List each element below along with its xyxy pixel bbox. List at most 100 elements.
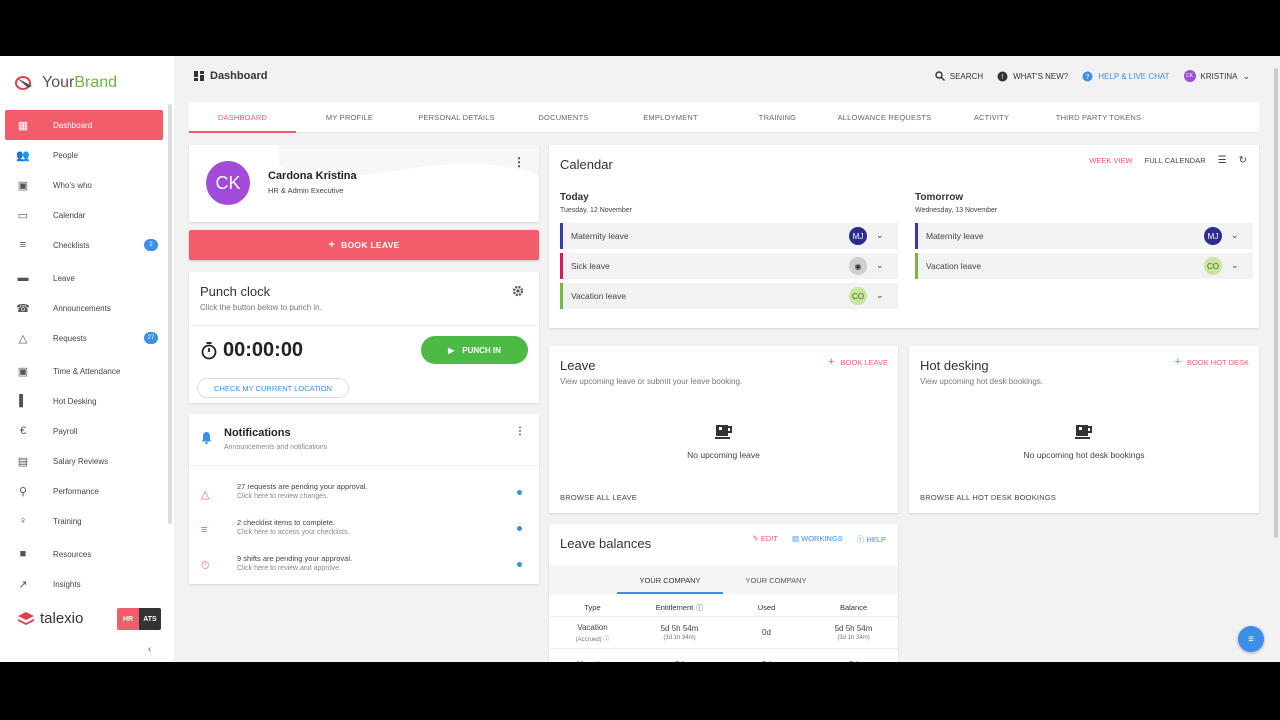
profile-role: HR & Admin Executive bbox=[268, 186, 344, 195]
search-button[interactable]: SEARCH bbox=[935, 71, 983, 81]
whats-new-button[interactable]: ! WHAT'S NEW? bbox=[997, 71, 1068, 82]
sidebar-item-insights[interactable]: ↗ Insights bbox=[5, 569, 163, 599]
check-location-button[interactable]: CHECK MY CURRENT LOCATION bbox=[197, 378, 349, 398]
cell-entitlement: 0d bbox=[636, 649, 723, 662]
punch-clock-title: Punch clock bbox=[200, 284, 271, 299]
leave-entry[interactable]: Vacation leave CO ⌄ bbox=[915, 253, 1253, 279]
user-menu[interactable]: CK KRISTINA ⌄ bbox=[1183, 70, 1250, 82]
sidebar-item-salary-reviews[interactable]: ▤ Salary Reviews bbox=[5, 446, 163, 476]
sidebar-item-leave[interactable]: ▬ Leave bbox=[5, 263, 163, 293]
chevron-down-icon[interactable]: ⌄ bbox=[1231, 230, 1239, 241]
leave-entry[interactable]: Maternity leave MJ ⌄ bbox=[915, 223, 1253, 249]
book-leave-link[interactable]: + BOOK LEAVE bbox=[828, 356, 888, 368]
collapse-sidebar-icon[interactable]: ‹ bbox=[148, 644, 151, 655]
warning-icon: △ bbox=[201, 489, 210, 501]
sidebar-item-calendar[interactable]: ▭ Calendar bbox=[5, 200, 163, 230]
sidebar-item-checklists[interactable]: ≡ Checklists 2 bbox=[5, 230, 163, 260]
tab-company-2[interactable]: YOUR COMPANY bbox=[723, 566, 829, 594]
filter-icon[interactable]: ☰ bbox=[1218, 155, 1227, 166]
chevron-down-icon[interactable]: ⌄ bbox=[876, 230, 884, 241]
leave-entry[interactable]: Sick leave ◉ ⌄ bbox=[560, 253, 898, 279]
sidebar-scrollbar[interactable] bbox=[168, 104, 172, 524]
chevron-down-icon[interactable]: ⌄ bbox=[876, 290, 884, 301]
page-scrollbar[interactable] bbox=[1274, 68, 1278, 538]
book-leave-button[interactable]: + BOOK LEAVE bbox=[189, 230, 539, 260]
ats-switch[interactable]: ATS bbox=[139, 608, 161, 630]
tab-third-party-tokens[interactable]: THIRD PARTY TOKENS bbox=[1045, 102, 1152, 132]
tab-documents[interactable]: DOCUMENTS bbox=[510, 102, 617, 132]
sidebar-item-announcements[interactable]: ☎ Announcements bbox=[5, 293, 163, 323]
brand-icon bbox=[15, 76, 32, 90]
column-header-balance: Balance bbox=[839, 603, 868, 612]
type-sub-text: (Accrued) bbox=[575, 636, 602, 643]
info-icon[interactable]: ⓘ bbox=[696, 603, 703, 613]
help-label: HELP bbox=[866, 535, 886, 544]
company-tabs: YOUR COMPANY YOUR COMPANY bbox=[549, 566, 898, 594]
more-vert-icon[interactable]: ⋮ bbox=[513, 155, 525, 169]
tab-company-1[interactable]: YOUR COMPANY bbox=[617, 566, 723, 594]
tab-personal-details[interactable]: PERSONAL DETAILS bbox=[403, 102, 510, 132]
badge-new-icon: ! bbox=[997, 71, 1008, 81]
help-button[interactable]: ⓘ HELP bbox=[857, 534, 886, 545]
sidebar-item-resources[interactable]: ■ Resources bbox=[5, 539, 163, 569]
chevron-down-icon[interactable]: ⌄ bbox=[876, 260, 884, 271]
punch-clock-subtitle: Click the button below to punch in. bbox=[200, 303, 322, 312]
tab-activity[interactable]: ACTIVITY bbox=[938, 102, 1045, 132]
page-title-text: Dashboard bbox=[210, 70, 268, 82]
sidebar-item-performance[interactable]: ⚲ Performance bbox=[5, 476, 163, 506]
notification-item[interactable]: ≡ 2 checklist items to complete. Click her… bbox=[189, 516, 539, 546]
book-hot-desk-link[interactable]: + BOOK HOT DESK bbox=[1175, 356, 1249, 368]
column-header-used: Used bbox=[757, 603, 776, 612]
workings-label: WORKINGS bbox=[801, 534, 843, 543]
notifications-card: Notifications Announcements and notifica… bbox=[189, 414, 539, 584]
gear-icon[interactable] bbox=[512, 285, 524, 297]
tab-employment[interactable]: EMPLOYMENT bbox=[617, 102, 724, 132]
sidebar-item-requests[interactable]: △ Requests 27 bbox=[5, 323, 163, 353]
full-calendar-button[interactable]: FULL CALENDAR bbox=[1145, 156, 1206, 165]
edit-button[interactable]: ✎ EDIT bbox=[752, 534, 777, 545]
tab-dashboard[interactable]: DASHBOARD bbox=[189, 102, 296, 133]
avatar[interactable]: CK bbox=[206, 161, 250, 205]
leave-color-bar bbox=[915, 253, 918, 279]
week-view-button[interactable]: WEEK VIEW bbox=[1089, 156, 1132, 165]
sidebar-item-people[interactable]: 👥 People bbox=[5, 140, 163, 170]
refresh-icon[interactable]: ↻ bbox=[1239, 155, 1247, 166]
punch-in-button[interactable]: ▶ PUNCH IN bbox=[421, 336, 528, 364]
more-vert-icon[interactable]: ⋮ bbox=[515, 426, 525, 437]
profile-tabs: DASHBOARD MY PROFILE PERSONAL DETAILS DOCUM… bbox=[189, 102, 1259, 133]
sidebar-item-label: Checklists bbox=[53, 240, 90, 250]
search-icon bbox=[935, 71, 945, 81]
sidebar-item-time-attendance[interactable]: ▣ Time & Attendance bbox=[5, 356, 163, 386]
chevron-down-icon[interactable]: ⌄ bbox=[1231, 260, 1239, 271]
timer-value: 00:00:00 bbox=[223, 339, 304, 361]
sidebar-item-dashboard[interactable]: ▦ Dashboard bbox=[5, 110, 163, 140]
notification-item[interactable]: △ 27 requests are pending your approval. C… bbox=[189, 480, 539, 510]
sidebar-item-hot-desking[interactable]: ▌ Hot Desking bbox=[5, 386, 163, 416]
workings-button[interactable]: ▤ WORKINGS bbox=[792, 534, 843, 545]
browse-hot-desk-link[interactable]: BROWSE ALL HOT DESK BOOKINGS bbox=[920, 493, 1056, 502]
talexio-icon bbox=[18, 611, 34, 625]
leave-entry[interactable]: Maternity leave MJ ⌄ bbox=[560, 223, 898, 249]
leave-entry[interactable]: Vacation leave CO ⌄ bbox=[560, 283, 898, 309]
notification-hint: Click here to review and approve. bbox=[237, 565, 341, 572]
entitlement-text: 0d bbox=[675, 660, 684, 662]
table-row: Vacation (Accrued) ⓘ 5d 5h 54m (3d 1h 34m) 0… bbox=[549, 617, 898, 649]
checklist-fab-button[interactable]: ≡ bbox=[1238, 626, 1264, 652]
calendar-icon: ▭ bbox=[17, 209, 29, 222]
checklist-icon: ≡ bbox=[19, 239, 27, 251]
sidebar-item-payroll[interactable]: € Payroll bbox=[5, 416, 163, 446]
tab-training[interactable]: TRAINING bbox=[724, 102, 831, 132]
sidebar-item-who-s-who[interactable]: ▣ Who's who bbox=[5, 170, 163, 200]
help-chat-button[interactable]: ? HELP & LIVE CHAT bbox=[1082, 71, 1170, 82]
tab-my-profile[interactable]: MY PROFILE bbox=[296, 102, 403, 132]
sidebar-item-label: Calendar bbox=[53, 210, 86, 220]
avatar: CK bbox=[1183, 70, 1196, 82]
tab-allowance-requests[interactable]: ALLOWANCE REQUESTS bbox=[831, 102, 938, 132]
notification-item[interactable]: ⏱ 9 shifts are pending your approval. Clic… bbox=[189, 552, 539, 582]
product-switcher[interactable]: HR ATS bbox=[117, 608, 161, 630]
browse-all-leave-link[interactable]: BROWSE ALL LEAVE bbox=[560, 493, 637, 502]
hr-switch[interactable]: HR bbox=[117, 608, 139, 630]
brand-logo[interactable]: YourBrand bbox=[14, 72, 117, 94]
sidebar-item-training[interactable]: ♀ Training bbox=[5, 506, 163, 536]
info-icon[interactable]: ⓘ bbox=[603, 637, 609, 643]
